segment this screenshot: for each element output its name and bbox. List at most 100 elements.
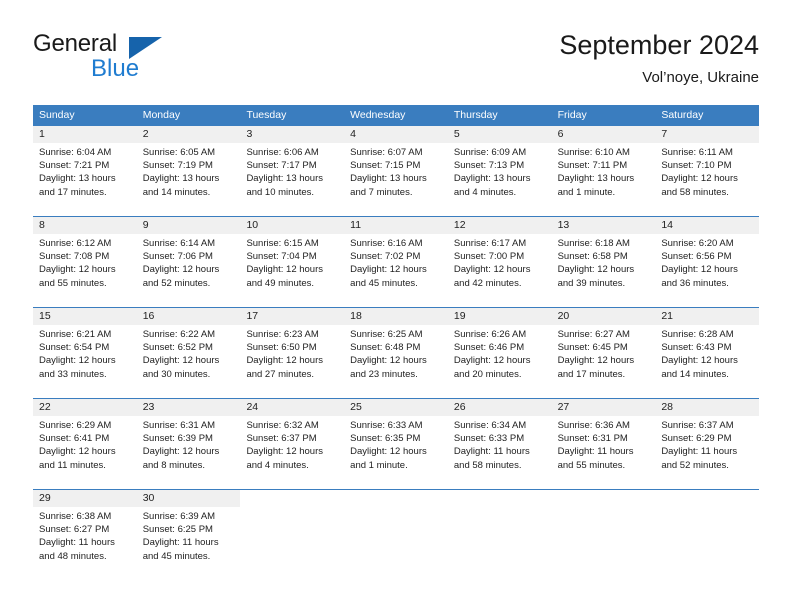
sunrise-text: Sunrise: 6:09 AM	[453, 147, 527, 158]
day-details: Sunrise: 6:36 AM Sunset: 6:31 PM Daylight:…	[552, 416, 656, 472]
daylight-text-line1: Daylight: 12 hours	[142, 264, 220, 276]
weekday-header-friday: Friday	[557, 109, 587, 121]
day-details: Sunrise: 6:25 AM Sunset: 6:48 PM Daylight:…	[344, 325, 448, 381]
day-cell[interactable]: 7 Sunrise: 6:11 AM Sunset: 7:10 PM Daylight…	[655, 126, 760, 205]
day-number: 12	[447, 217, 552, 234]
week-row: 1 Sunrise: 6:04 AM Sunset: 7:21 PM Daylight…	[33, 126, 760, 205]
day-number	[655, 490, 760, 507]
daylight-text-line2: and 10 minutes.	[246, 186, 315, 198]
day-cell[interactable]: 14 Sunrise: 6:20 AM Sunset: 6:56 PM Dayligh…	[655, 217, 760, 296]
sunrise-text: Sunrise: 6:29 AM	[39, 420, 112, 431]
daylight-text-line2: and 55 minutes.	[39, 277, 107, 289]
sunrise-text: Sunrise: 6:39 AM	[142, 511, 216, 522]
daylight-text-line1: Daylight: 12 hours	[453, 264, 531, 276]
day-details: Sunrise: 6:28 AM Sunset: 6:43 PM Daylight:…	[655, 325, 759, 381]
day-cell[interactable]: 4 Sunrise: 6:07 AM Sunset: 7:15 PM Daylight…	[344, 126, 448, 205]
day-cell[interactable]: 6 Sunrise: 6:10 AM Sunset: 7:11 PM Daylight…	[551, 126, 656, 205]
daylight-text-line1: Daylight: 12 hours	[661, 355, 738, 367]
sunrise-text: Sunrise: 6:23 AM	[246, 329, 319, 340]
sunrise-text: Sunrise: 6:06 AM	[246, 147, 319, 158]
day-cell[interactable]: 5 Sunrise: 6:09 AM Sunset: 7:13 PM Daylight…	[447, 126, 552, 205]
day-number: 10	[240, 217, 345, 234]
day-cell[interactable]: 20 Sunrise: 6:27 AM Sunset: 6:45 PM Dayligh…	[551, 308, 656, 387]
sunset-text: Sunset: 7:08 PM	[39, 251, 110, 263]
day-number: 25	[344, 399, 448, 416]
daylight-text-line1: Daylight: 12 hours	[350, 355, 427, 367]
sunset-text: Sunset: 7:11 PM	[557, 160, 628, 172]
page-title: September 2024	[559, 30, 759, 60]
daylight-text-line1: Daylight: 12 hours	[39, 264, 116, 276]
daylight-text-line1: Daylight: 12 hours	[39, 355, 116, 367]
sunset-text: Sunset: 6:54 PM	[39, 342, 110, 354]
daylight-text-line1: Daylight: 12 hours	[350, 446, 427, 458]
day-details: Sunrise: 6:27 AM Sunset: 6:45 PM Daylight:…	[552, 325, 656, 381]
day-number: 2	[136, 126, 241, 143]
daylight-text-line1: Daylight: 12 hours	[557, 355, 635, 367]
day-cell[interactable]: 12 Sunrise: 6:17 AM Sunset: 7:00 PM Dayligh…	[447, 217, 552, 296]
sunset-text: Sunset: 7:21 PM	[39, 160, 110, 172]
day-cell[interactable]: 18 Sunrise: 6:25 AM Sunset: 6:48 PM Dayligh…	[344, 308, 448, 387]
day-cell[interactable]: 30 Sunrise: 6:39 AM Sunset: 6:25 PM Dayligh…	[136, 490, 241, 569]
day-cell[interactable]: 15 Sunrise: 6:21 AM Sunset: 6:54 PM Dayligh…	[33, 308, 137, 387]
day-cell[interactable]: 26 Sunrise: 6:34 AM Sunset: 6:33 PM Dayligh…	[447, 399, 552, 478]
day-cell[interactable]: 25 Sunrise: 6:33 AM Sunset: 6:35 PM Dayligh…	[344, 399, 448, 478]
day-cell[interactable]: 2 Sunrise: 6:05 AM Sunset: 7:19 PM Daylight…	[136, 126, 241, 205]
day-details	[448, 507, 552, 510]
week-row: 15 Sunrise: 6:21 AM Sunset: 6:54 PM Dayligh…	[33, 307, 760, 387]
day-details: Sunrise: 6:09 AM Sunset: 7:13 PM Daylight:…	[448, 143, 552, 199]
day-cell[interactable]: 23 Sunrise: 6:31 AM Sunset: 6:39 PM Dayligh…	[136, 399, 241, 478]
day-cell-empty	[551, 490, 656, 569]
daylight-text-line2: and 1 minute.	[350, 459, 408, 471]
daylight-text-line2: and 7 minutes.	[350, 186, 413, 198]
day-cell[interactable]: 22 Sunrise: 6:29 AM Sunset: 6:41 PM Dayligh…	[33, 399, 137, 478]
sunset-text: Sunset: 6:37 PM	[246, 433, 317, 445]
day-number: 19	[447, 308, 552, 325]
day-cell[interactable]: 27 Sunrise: 6:36 AM Sunset: 6:31 PM Dayligh…	[551, 399, 656, 478]
week-spacer	[33, 296, 759, 307]
sunset-text: Sunset: 6:50 PM	[246, 342, 317, 354]
day-number: 21	[655, 308, 760, 325]
day-number	[240, 490, 345, 507]
day-number: 3	[240, 126, 345, 143]
day-number: 22	[33, 399, 137, 416]
sunset-text: Sunset: 6:29 PM	[661, 433, 732, 445]
general-blue-logo[interactable]: General Blue	[33, 30, 253, 92]
daylight-text-line2: and 45 minutes.	[350, 277, 418, 289]
sunset-text: Sunset: 6:31 PM	[557, 433, 628, 445]
daylight-text-line1: Daylight: 12 hours	[246, 264, 324, 276]
day-cell[interactable]: 21 Sunrise: 6:28 AM Sunset: 6:43 PM Dayligh…	[655, 308, 760, 387]
day-cell[interactable]: 1 Sunrise: 6:04 AM Sunset: 7:21 PM Daylight…	[33, 126, 137, 205]
day-cell[interactable]: 17 Sunrise: 6:23 AM Sunset: 6:50 PM Dayligh…	[240, 308, 345, 387]
day-number: 30	[136, 490, 241, 507]
day-details: Sunrise: 6:04 AM Sunset: 7:21 PM Daylight:…	[33, 143, 137, 199]
daylight-text-line1: Daylight: 11 hours	[142, 537, 219, 549]
day-cell[interactable]: 19 Sunrise: 6:26 AM Sunset: 6:46 PM Dayligh…	[447, 308, 552, 387]
daylight-text-line1: Daylight: 12 hours	[350, 264, 427, 276]
day-number: 1	[33, 126, 137, 143]
sunrise-text: Sunrise: 6:11 AM	[661, 147, 733, 158]
day-cell[interactable]: 28 Sunrise: 6:37 AM Sunset: 6:29 PM Dayligh…	[655, 399, 760, 478]
daylight-text-line2: and 58 minutes.	[453, 459, 522, 471]
daylight-text-line2: and 42 minutes.	[453, 277, 522, 289]
day-cell[interactable]: 10 Sunrise: 6:15 AM Sunset: 7:04 PM Dayligh…	[240, 217, 345, 296]
daylight-text-line1: Daylight: 12 hours	[557, 264, 635, 276]
day-cell[interactable]: 13 Sunrise: 6:18 AM Sunset: 6:58 PM Dayligh…	[551, 217, 656, 296]
daylight-text-line1: Daylight: 13 hours	[246, 173, 324, 185]
daylight-text-line1: Daylight: 13 hours	[453, 173, 531, 185]
day-cell[interactable]: 8 Sunrise: 6:12 AM Sunset: 7:08 PM Daylight…	[33, 217, 137, 296]
day-cell[interactable]: 9 Sunrise: 6:14 AM Sunset: 7:06 PM Daylight…	[136, 217, 241, 296]
day-cell[interactable]: 16 Sunrise: 6:22 AM Sunset: 6:52 PM Dayligh…	[136, 308, 241, 387]
day-details: Sunrise: 6:10 AM Sunset: 7:11 PM Daylight:…	[552, 143, 656, 199]
day-details: Sunrise: 6:22 AM Sunset: 6:52 PM Daylight:…	[137, 325, 241, 381]
day-number: 18	[344, 308, 448, 325]
day-cell[interactable]: 29 Sunrise: 6:38 AM Sunset: 6:27 PM Dayligh…	[33, 490, 137, 569]
week-row: 8 Sunrise: 6:12 AM Sunset: 7:08 PM Daylight…	[33, 216, 760, 296]
day-cell[interactable]: 11 Sunrise: 6:16 AM Sunset: 7:02 PM Dayligh…	[344, 217, 448, 296]
week-spacer	[33, 387, 759, 398]
day-details: Sunrise: 6:05 AM Sunset: 7:19 PM Daylight:…	[137, 143, 241, 199]
day-details	[240, 507, 344, 510]
day-cell[interactable]: 3 Sunrise: 6:06 AM Sunset: 7:17 PM Daylight…	[240, 126, 345, 205]
sunrise-text: Sunrise: 6:17 AM	[453, 238, 527, 249]
day-cell[interactable]: 24 Sunrise: 6:32 AM Sunset: 6:37 PM Dayligh…	[240, 399, 345, 478]
sunrise-text: Sunrise: 6:18 AM	[557, 238, 630, 249]
